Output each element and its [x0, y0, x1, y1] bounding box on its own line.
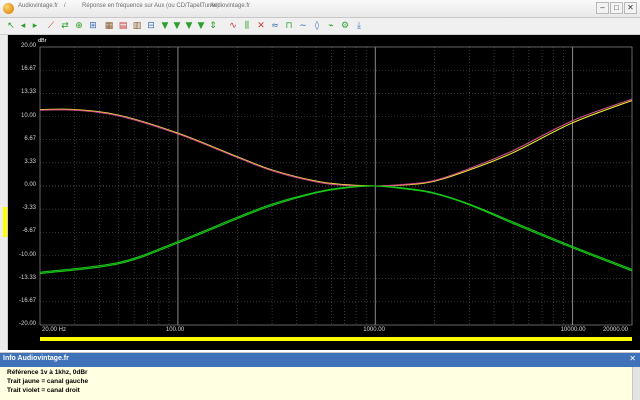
- down-arrow-1-icon[interactable]: ▼: [160, 21, 170, 31]
- minimize-button[interactable]: –: [596, 2, 609, 14]
- info-line-yellow-trace: Trait jaune = canal gauche: [7, 378, 89, 385]
- expand-icon[interactable]: ⇕: [208, 21, 218, 31]
- info-panel-close-icon[interactable]: ✕: [629, 354, 636, 363]
- scope-icon[interactable]: ▥: [132, 21, 142, 31]
- grid-icon[interactable]: ▦: [104, 21, 114, 31]
- info-panel-body: Référence 1v à 1khz, 0dBr Trait jaune = …: [0, 367, 632, 400]
- y-tick-label: 0.00: [24, 182, 36, 188]
- y-axis-unit-label: dBr: [38, 38, 47, 44]
- zoom-in-icon[interactable]: ⊕: [74, 21, 84, 31]
- y-tick-label: 13.33: [20, 89, 36, 96]
- x-tick-label: 20.00 Hz: [42, 327, 67, 333]
- y-tick-label: -20.00: [18, 321, 36, 327]
- frequency-range-bar[interactable]: [40, 337, 632, 341]
- sweep-icon[interactable]: ⇄: [60, 21, 70, 31]
- noise-icon[interactable]: ≈: [270, 21, 280, 31]
- cursor-right-icon[interactable]: ▸: [30, 21, 40, 31]
- info-line-reference: Référence 1v à 1khz, 0dBr: [7, 369, 88, 376]
- export-icon[interactable]: ⤓: [354, 21, 364, 31]
- title-separator-2: \: [200, 3, 202, 9]
- curve-icon[interactable]: ∿: [228, 21, 238, 31]
- y-tick-label: -16.67: [18, 297, 36, 304]
- info-panel: Info Audiovintage.fr ✕ Référence 1v à 1k…: [0, 352, 640, 400]
- line-red-icon[interactable]: ⟋: [46, 21, 56, 31]
- y-tick-label: 16.67: [20, 66, 36, 73]
- y-tick-label: -13.33: [18, 274, 36, 281]
- step-icon[interactable]: ⊞: [88, 21, 98, 31]
- x-tick-label: 1000.00: [363, 327, 385, 333]
- cursor-left-icon[interactable]: ◂: [18, 21, 28, 31]
- x-icon[interactable]: ✕: [256, 21, 266, 31]
- series-line-4: [39, 185, 633, 273]
- title-bar: Audiovintage.fr / Réponse en fréquence s…: [0, 0, 640, 18]
- app-logo-icon: [3, 3, 14, 14]
- bandwidth-icon[interactable]: ⊓: [284, 21, 294, 31]
- series-line-1: [39, 99, 633, 187]
- y-tick-label: 10.00: [20, 112, 36, 119]
- zoom-x-icon[interactable]: ⊟: [146, 21, 156, 31]
- signal-icon[interactable]: ⌁: [326, 21, 336, 31]
- y-tick-label: 3.33: [24, 158, 36, 165]
- title-tab-3[interactable]: Audiovintage.fr: [210, 3, 250, 9]
- plot-frame: [39, 46, 633, 326]
- y-tick-label: -6.67: [22, 228, 36, 235]
- down-arrow-3-icon[interactable]: ▼: [184, 21, 194, 31]
- chart-canvas: [39, 46, 633, 326]
- marker-icon[interactable]: ◊: [312, 21, 322, 31]
- level-marker[interactable]: [3, 207, 7, 237]
- title-separator-1: /: [64, 3, 66, 9]
- application-window: Audiovintage.fr / Réponse en fréquence s…: [0, 0, 640, 400]
- title-tab-2[interactable]: Réponse en fréquence sur Aux (ou CD/Tape…: [82, 3, 219, 9]
- frequency-response-plot: dBr 20.00 16.67 13.33 10.00 6.67 3.33 0.00 -3.3…: [8, 35, 640, 350]
- x-tick-label: 10000.00: [560, 327, 586, 333]
- series-line-3: [39, 185, 633, 275]
- info-line-violet-trace: Trait violet = canal droit: [7, 387, 80, 394]
- title-tab-1[interactable]: Audiovintage.fr: [18, 3, 58, 9]
- down-arrow-2-icon[interactable]: ▼: [172, 21, 182, 31]
- left-level-strip: [0, 35, 8, 350]
- cursor-green-icon[interactable]: ↖: [6, 21, 16, 31]
- y-tick-label: 6.67: [24, 135, 36, 142]
- info-panel-header: Info Audiovintage.fr ✕: [0, 353, 640, 367]
- y-tick-label: -10.00: [18, 251, 36, 258]
- down-arrow-4-icon[interactable]: ▼: [196, 21, 206, 31]
- maximize-button[interactable]: □: [610, 2, 623, 14]
- bars-icon[interactable]: ⫼: [242, 21, 252, 31]
- x-tick-label: 20000.00: [602, 327, 628, 333]
- close-button[interactable]: ✕: [624, 2, 637, 14]
- chart-icon[interactable]: ▤: [118, 21, 128, 31]
- series-line-2: [39, 98, 633, 187]
- info-panel-scrollbar[interactable]: [632, 367, 640, 400]
- x-tick-label: 100.00: [165, 327, 185, 333]
- y-tick-label: 20.00: [20, 43, 36, 49]
- sine-icon[interactable]: ∼: [298, 21, 308, 31]
- y-tick-label: -3.33: [22, 205, 36, 212]
- info-panel-title: Info Audiovintage.fr: [3, 355, 69, 362]
- settings-icon[interactable]: ⚙: [340, 21, 350, 31]
- toolbar: ↖ ◂ ▸ ⟋ ⇄ ⊕ ⊞ ▦ ▤ ▥ ⊟ ▼ ▼ ▼ ▼ ⇕ ∿ ⫼ ✕ ≈ ⊓ ∼ ◊ ⌁ ⚙ ⤓: [0, 18, 640, 35]
